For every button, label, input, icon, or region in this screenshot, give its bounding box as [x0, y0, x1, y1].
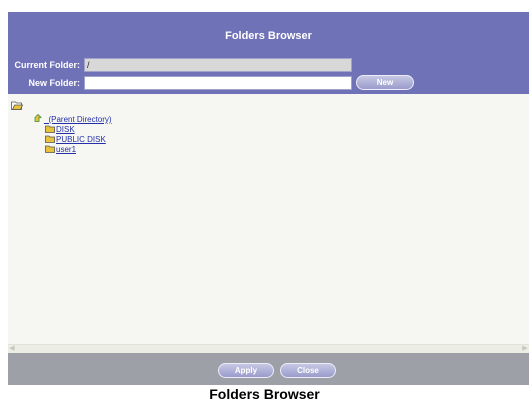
parent-directory-icon: [34, 114, 42, 122]
folder-tree: _(Parent Directory) DISK PUBLIC DISK use…: [8, 94, 529, 344]
folder-link-public-disk[interactable]: PUBLIC DISK: [56, 135, 106, 144]
folder-icon: [45, 135, 55, 143]
folder-icon: [45, 145, 55, 153]
current-folder-label: Current Folder:: [14, 60, 80, 70]
new-folder-label: New Folder:: [28, 78, 80, 88]
new-folder-input[interactable]: [84, 76, 352, 90]
folders-browser-window: Folders Browser Current Folder: New Fold…: [8, 12, 529, 385]
apply-button[interactable]: Apply: [218, 363, 274, 378]
close-button[interactable]: Close: [280, 363, 336, 378]
horizontal-scrollbar[interactable]: ◀ ▶: [8, 344, 529, 353]
folder-icon: [45, 125, 55, 133]
folder-link-user1[interactable]: user1: [56, 145, 76, 154]
scroll-left-icon[interactable]: ◀: [8, 345, 16, 353]
folder-link-disk[interactable]: DISK: [56, 125, 75, 134]
open-folder-icon: [11, 101, 23, 110]
current-folder-field: [84, 58, 352, 72]
figure-caption: Folders Browser: [209, 386, 320, 402]
parent-directory-link[interactable]: _(Parent Directory): [44, 115, 112, 124]
footer-bar: Apply Close: [8, 353, 529, 385]
window-title: Folders Browser: [225, 30, 312, 42]
header-panel: Folders Browser Current Folder: New Fold…: [8, 12, 529, 94]
new-button[interactable]: New: [356, 75, 414, 90]
scroll-right-icon[interactable]: ▶: [521, 345, 529, 353]
